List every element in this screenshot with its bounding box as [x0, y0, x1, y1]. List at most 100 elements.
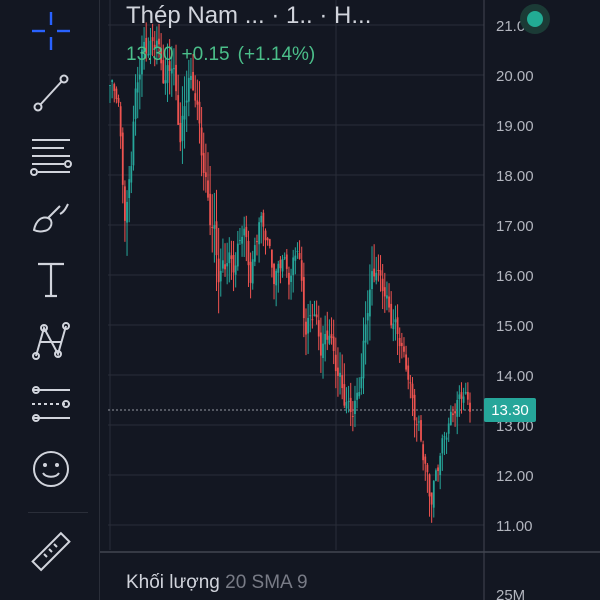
candle-body — [313, 314, 316, 317]
candle-body — [415, 424, 418, 426]
candle-body — [377, 270, 380, 272]
candle-body — [347, 400, 350, 403]
quote-line: 13.30 +0.15 (+1.14%) — [126, 44, 323, 66]
candle-body — [375, 272, 378, 281]
symbol-title[interactable]: Thép Nam ... · 1.. · H... — [126, 2, 371, 30]
candle-body — [177, 95, 180, 125]
candle-body — [247, 240, 250, 266]
candle-body — [456, 399, 459, 417]
candle-body — [426, 464, 429, 473]
candle-body — [215, 221, 218, 256]
candle-body — [273, 263, 275, 285]
brush-icon[interactable] — [30, 196, 72, 238]
candle-body — [354, 400, 356, 415]
candle-body — [181, 115, 184, 141]
candle-body — [413, 394, 416, 421]
candle-body — [207, 180, 209, 198]
candle-body — [390, 303, 393, 326]
y-tick-label: 18.00 — [496, 168, 534, 185]
drawing-toolbar — [0, 0, 100, 600]
candle-body — [130, 166, 133, 183]
candle-body — [407, 365, 410, 380]
candle-body — [341, 375, 344, 389]
candle-body — [245, 226, 248, 238]
candle-body — [405, 354, 407, 370]
fib-retracement-icon[interactable] — [30, 134, 72, 176]
chart-area[interactable]: 21.00 20.00 19.00 18.00 17.00 16.00 15.00 14.00… — [100, 0, 600, 600]
candle-body — [234, 265, 237, 275]
trend-line-icon[interactable] — [30, 72, 72, 114]
prediction-icon[interactable] — [30, 382, 72, 424]
candle-body — [454, 411, 456, 414]
candle-body — [452, 413, 454, 416]
candle-body — [264, 230, 267, 241]
crosshair-icon[interactable] — [30, 10, 72, 52]
pattern-icon[interactable] — [30, 320, 72, 362]
ruler-icon[interactable] — [30, 531, 72, 574]
candle-body — [300, 260, 303, 281]
candle-body — [253, 245, 256, 262]
candle-body — [270, 249, 273, 268]
candle-body — [283, 257, 286, 259]
candle-body — [337, 367, 339, 376]
candle-body — [117, 98, 120, 103]
candle-body — [202, 152, 205, 173]
price-axis: 21.0020.0019.0018.0017.0016.0015.0014.00… — [100, 0, 600, 600]
candle-body — [115, 88, 118, 99]
candle-body — [243, 228, 246, 236]
candle-body — [266, 238, 269, 241]
volume-title: Khối lượng — [126, 572, 220, 593]
candle-body — [305, 321, 307, 335]
candle-body — [371, 271, 373, 290]
y-tick-label: 17.00 — [496, 218, 534, 235]
candle-body — [311, 319, 314, 321]
volume-pane-title[interactable]: Khối lượng 20 SMA 9 — [126, 572, 308, 594]
candle-body — [109, 85, 111, 86]
volume-sma-label: 20 SMA 9 — [225, 572, 308, 593]
candle-body — [213, 225, 216, 229]
candle-body — [211, 226, 214, 228]
candle-body — [251, 259, 254, 284]
text-icon[interactable] — [30, 258, 72, 300]
y-tick-label: 19.00 — [496, 118, 534, 135]
candle-body — [424, 456, 427, 464]
candle-body — [356, 392, 359, 400]
candle-body — [256, 241, 258, 243]
candle-body — [200, 127, 203, 156]
candle-body — [204, 172, 207, 178]
candle-body — [435, 470, 437, 481]
candle-body — [239, 239, 241, 241]
candle-body — [417, 421, 420, 423]
candle-body — [315, 314, 318, 318]
candle-body — [403, 346, 405, 352]
y-tick-label: 14.00 — [496, 368, 534, 385]
candle-body — [236, 243, 239, 267]
candle-body — [317, 320, 320, 337]
candle-body — [132, 121, 135, 166]
candle-body — [360, 376, 363, 389]
candle-body — [190, 75, 192, 80]
candle-body — [275, 270, 278, 286]
candle-body — [285, 254, 288, 269]
candle-body — [164, 80, 167, 84]
price-change: +0.15 — [181, 44, 230, 65]
candle-body — [288, 272, 290, 285]
candle-body — [179, 122, 182, 143]
candle-body — [224, 264, 226, 270]
candle-body — [349, 397, 352, 413]
candle-body — [443, 436, 446, 438]
candle-body — [249, 261, 252, 283]
last-price: 13.30 — [126, 44, 174, 65]
candle-body — [175, 64, 177, 92]
volume-axis-label: 25M — [496, 587, 525, 600]
candle-body — [411, 383, 414, 399]
emoji-icon[interactable] — [30, 448, 72, 490]
price-chart[interactable]: 21.0020.0019.0018.0017.0016.0015.0014.00… — [100, 0, 600, 600]
candle-body — [409, 382, 412, 384]
candle-body — [466, 391, 469, 400]
candle-body — [126, 201, 128, 223]
candle-body — [330, 334, 333, 339]
y-tick-label: 15.00 — [496, 318, 534, 335]
candle-body — [298, 252, 301, 259]
candle-body — [219, 270, 222, 282]
